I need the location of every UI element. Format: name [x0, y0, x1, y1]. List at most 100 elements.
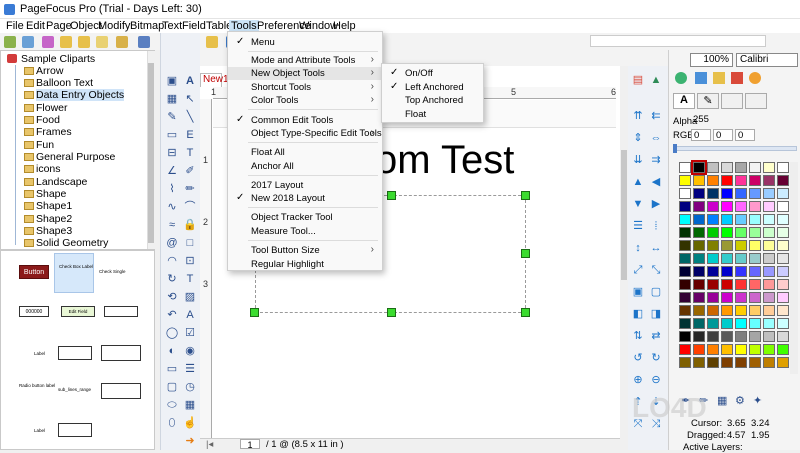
menu-item-common-edit-tools[interactable]: ✓ Common Edit Tools	[228, 114, 382, 127]
chart-icon[interactable]: ▦	[165, 92, 179, 106]
fill-icon[interactable]	[695, 72, 707, 84]
palette-icon[interactable]	[675, 72, 687, 84]
fill-color-tab[interactable]	[721, 93, 743, 109]
tree-item[interactable]: Shape1	[36, 200, 72, 212]
color-swatch[interactable]	[763, 305, 775, 316]
color-swatch[interactable]	[691, 160, 707, 175]
color-swatch[interactable]	[707, 318, 719, 329]
alpha-slider-thumb[interactable]	[673, 144, 677, 153]
color-swatch[interactable]	[679, 305, 691, 316]
mountain-icon[interactable]: ▲	[650, 74, 662, 86]
align-middle-icon[interactable]: ⇕	[632, 132, 644, 144]
bezier-icon[interactable]: ≈	[165, 218, 179, 232]
color-swatch[interactable]	[721, 201, 733, 212]
color-swatch[interactable]	[777, 357, 789, 368]
menu-item-float-all[interactable]: Float All	[228, 146, 382, 159]
menu-item-new-2018-layout[interactable]: ✓ New 2018 Layout	[228, 192, 382, 205]
preview-button[interactable]: Button	[19, 265, 49, 279]
align-right-icon[interactable]: ⇉	[650, 154, 662, 166]
preview-field-box-2[interactable]	[58, 423, 92, 437]
preview-table-grid[interactable]	[101, 345, 141, 361]
menu-item-color-tools[interactable]: Color Tools ›	[228, 94, 382, 107]
submenu-item-on-off[interactable]: ✓ On/Off	[382, 67, 483, 80]
magic-icon[interactable]: ✦	[753, 394, 762, 407]
color-swatch[interactable]	[707, 331, 719, 342]
color-swatch[interactable]	[763, 266, 775, 277]
color-swatch[interactable]	[721, 214, 733, 225]
color-swatch[interactable]	[707, 305, 719, 316]
rounded-rect-icon[interactable]: ▢	[165, 380, 179, 394]
preview-grid-2[interactable]	[101, 383, 141, 399]
color-swatch[interactable]	[721, 357, 733, 368]
zoom-select[interactable]: 100%	[690, 53, 733, 67]
flip-h-icon[interactable]: ⇄	[650, 330, 662, 342]
tab-new1[interactable]: New1	[200, 73, 229, 87]
color-swatch[interactable]	[679, 344, 691, 355]
resize-handle-sw[interactable]	[250, 308, 259, 317]
color-swatch[interactable]	[693, 331, 705, 342]
rect-select-icon[interactable]: ▭	[165, 128, 179, 142]
folder-open-icon[interactable]	[78, 36, 90, 48]
color-swatch[interactable]	[735, 201, 747, 212]
arrow-right-icon[interactable]: ➜	[183, 434, 197, 448]
preview-text-box[interactable]	[104, 306, 138, 317]
lock-icon[interactable]: 🔒	[183, 218, 197, 232]
menu-item-anchor-all[interactable]: Anchor All	[228, 160, 382, 173]
color-swatch[interactable]	[707, 188, 719, 199]
align-center-icon[interactable]: ⇔	[650, 132, 662, 144]
line-color-tab[interactable]: ✎	[697, 93, 719, 109]
oval-icon[interactable]: ⬯	[165, 416, 179, 430]
color-swatch[interactable]	[707, 344, 719, 355]
color-swatch[interactable]	[679, 201, 691, 212]
send-back-icon[interactable]: ◨	[650, 308, 662, 320]
chart-icon[interactable]: ▤	[632, 74, 644, 86]
color-swatch[interactable]	[763, 292, 775, 303]
font-select[interactable]: Calibri	[736, 53, 798, 67]
color-swatch[interactable]	[749, 162, 761, 173]
resize-handle-e[interactable]	[521, 249, 530, 258]
page-number-input[interactable]: 1	[240, 439, 260, 450]
color-swatch[interactable]	[763, 344, 775, 355]
group-icon[interactable]: ▣	[632, 286, 644, 298]
color-swatch[interactable]	[693, 175, 705, 186]
color-swatch[interactable]	[707, 266, 719, 277]
resize-handle-n[interactable]	[387, 191, 396, 200]
color-swatch[interactable]	[749, 331, 761, 342]
color-swatch[interactable]	[763, 240, 775, 251]
text-color-tab[interactable]: A	[673, 93, 695, 109]
color-swatch[interactable]	[763, 175, 775, 186]
color-swatch[interactable]	[679, 253, 691, 264]
color-swatch[interactable]	[721, 175, 733, 186]
speech-icon[interactable]: ◐	[165, 344, 179, 358]
search-field[interactable]	[590, 35, 766, 47]
color-swatch[interactable]	[735, 305, 747, 316]
brush-color-icon[interactable]	[713, 72, 725, 84]
tree-item[interactable]: General Purpose	[36, 151, 115, 163]
clock-icon[interactable]: ◷	[183, 380, 197, 394]
tree-item[interactable]: Shape3	[36, 225, 72, 237]
resize-handle-ne[interactable]	[521, 191, 530, 200]
folder-add-icon[interactable]	[96, 36, 108, 48]
color-swatch[interactable]	[707, 279, 719, 290]
color-swatch[interactable]	[707, 357, 719, 368]
select-arrow-icon[interactable]: ↖	[183, 92, 197, 106]
color-swatch[interactable]	[749, 357, 761, 368]
rotate-right-icon[interactable]: ↻	[650, 352, 662, 364]
edit-e-icon[interactable]: E	[183, 128, 197, 142]
preview-field-box[interactable]	[58, 346, 92, 360]
tree-item[interactable]: Food	[36, 114, 60, 126]
tree-item[interactable]: Shape	[36, 188, 66, 200]
alpha-slider[interactable]	[673, 146, 797, 151]
tree-item[interactable]: Fun	[36, 139, 54, 151]
preview-edit-field[interactable]: Edit Field	[61, 306, 95, 317]
green-input[interactable]: 0	[713, 129, 733, 141]
menu-modify[interactable]: Modify	[96, 20, 132, 32]
menu-item-mode-attribute[interactable]: Mode and Attribute Tools ›	[228, 54, 382, 67]
bring-front-icon[interactable]: ◧	[632, 308, 644, 320]
brush-icon[interactable]: ✐	[183, 164, 197, 178]
menu-item-tool-button-size[interactable]: Tool Button Size ›	[228, 244, 382, 257]
color-swatch[interactable]	[721, 279, 733, 290]
distribute-h-icon[interactable]: ⦙	[650, 220, 662, 232]
color-swatch[interactable]	[693, 227, 705, 238]
color-swatch[interactable]	[777, 279, 789, 290]
